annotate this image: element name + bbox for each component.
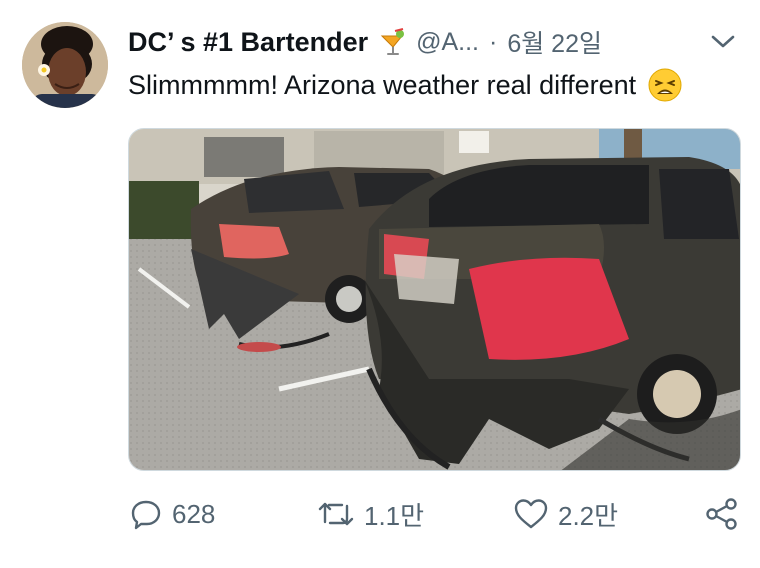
tweet-actions: 628 1.1만 2.2만	[128, 492, 740, 536]
tweet-photo[interactable]	[128, 128, 741, 471]
avatar-image	[22, 22, 108, 108]
like-button[interactable]: 2.2만	[512, 492, 618, 536]
reply-count: 628	[172, 498, 216, 529]
reply-icon	[128, 496, 164, 532]
retweet-button[interactable]: 1.1만	[316, 492, 424, 536]
avatar[interactable]	[22, 22, 108, 108]
display-name[interactable]: DC’ s #1 Bartender	[128, 27, 368, 58]
retweet-count: 1.1만	[364, 500, 425, 531]
heart-icon	[512, 496, 550, 532]
reply-button[interactable]: 628	[128, 492, 215, 536]
weary-face-icon	[648, 68, 682, 102]
tropical-drink-icon	[378, 27, 408, 57]
separator-dot: ·	[489, 27, 498, 56]
tweet-date[interactable]: 6월 22일	[507, 24, 602, 60]
like-count: 2.2만	[558, 500, 619, 531]
user-handle[interactable]: @A...	[416, 28, 479, 57]
tweet-text-row: Slimmmmm! Arizona weather real different	[128, 68, 682, 102]
chevron-down-icon[interactable]	[706, 26, 740, 58]
share-button[interactable]	[704, 492, 740, 536]
share-icon	[704, 496, 740, 532]
tweet-header: DC’ s #1 Bartender @A... · 6월 22일	[128, 24, 740, 60]
tweet-text: Slimmmmm! Arizona weather real different	[128, 69, 637, 100]
photo-melted-cars	[129, 129, 740, 470]
retweet-icon	[316, 496, 356, 532]
